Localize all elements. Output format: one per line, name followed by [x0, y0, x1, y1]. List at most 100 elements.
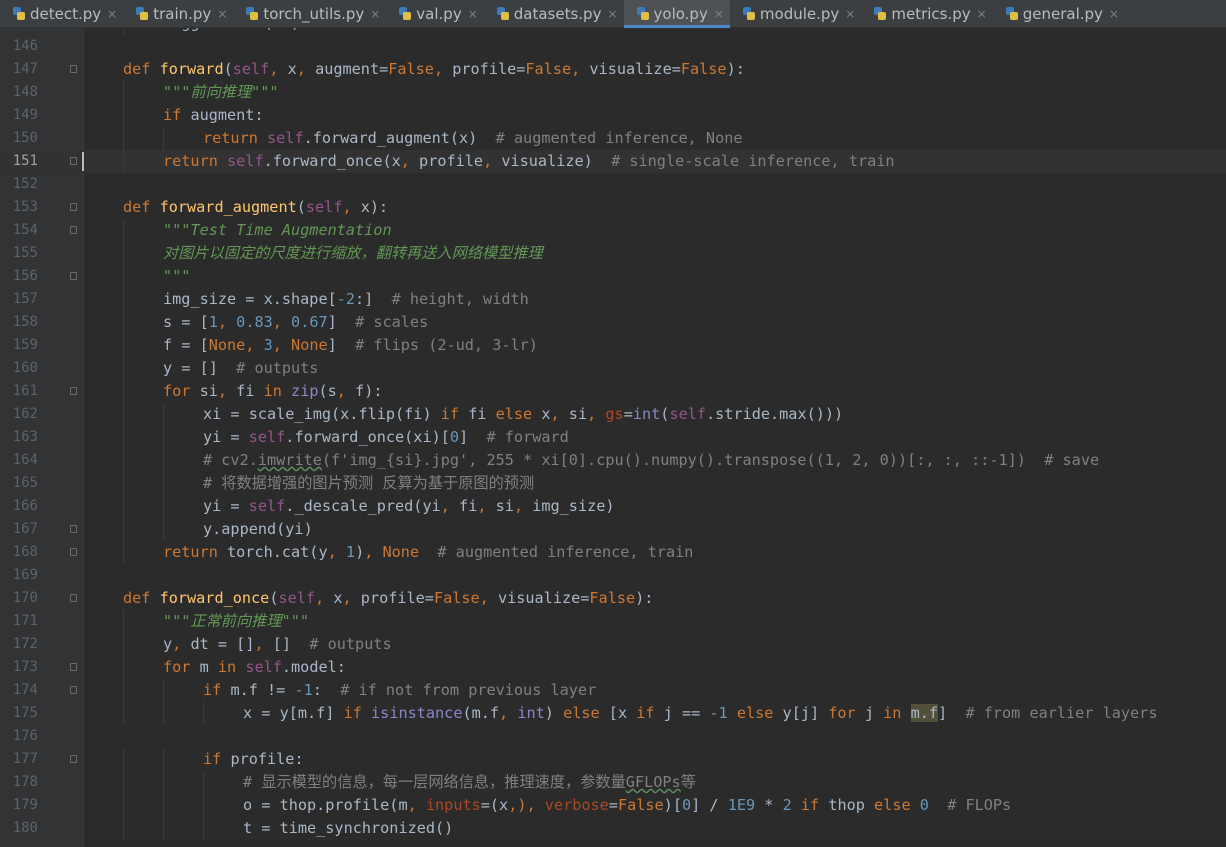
fold-marker-icon[interactable]: [70, 686, 77, 694]
code-text[interactable]: if augment:: [163, 104, 264, 127]
code-line[interactable]: 174 if m.f != -1: # if not from previous …: [0, 679, 1226, 702]
line-number[interactable]: 151: [0, 150, 38, 173]
code-text[interactable]: xi = scale_img(x.flip(fi) if fi else x, …: [203, 403, 843, 426]
code-line[interactable]: 157 img_size = x.shape[-2:] # height, wid…: [0, 288, 1226, 311]
code-line[interactable]: 161 for si, fi in zip(s, f):: [0, 380, 1226, 403]
line-number[interactable]: 160: [0, 357, 38, 380]
code-line[interactable]: 166 yi = self._descale_pred(yi, fi, si, i…: [0, 495, 1226, 518]
code-text[interactable]: if m.f != -1: # if not from previous lay…: [203, 679, 596, 702]
close-icon[interactable]: ×: [1107, 7, 1121, 21]
tab-metrics-py[interactable]: metrics.py ×: [861, 0, 992, 28]
line-number[interactable]: 165: [0, 472, 38, 495]
line-number[interactable]: 177: [0, 748, 38, 771]
code-text[interactable]: return self.forward_augment(x) # augment…: [203, 127, 743, 150]
code-text[interactable]: """正常前向推理""": [163, 610, 309, 633]
code-line[interactable]: 176: [0, 725, 1226, 748]
code-text[interactable]: # cv2.imwrite(f'img_{si}.jpg', 255 * xi[…: [203, 449, 1099, 472]
code-text[interactable]: s = [1, 0.83, 0.67] # scales: [163, 311, 428, 334]
code-line[interactable]: 163 yi = self.forward_once(xi)[0] # forwa…: [0, 426, 1226, 449]
line-number[interactable]: 166: [0, 495, 38, 518]
code-line[interactable]: 155 对图片以固定的尺度进行缩放，翻转再送入网络模型推理: [0, 242, 1226, 265]
fold-marker-icon[interactable]: [70, 663, 77, 671]
line-number[interactable]: 156: [0, 265, 38, 288]
line-number[interactable]: 162: [0, 403, 38, 426]
code-line[interactable]: 145 logger.info(''): [0, 28, 1226, 35]
code-line[interactable]: 153 def forward_augment(self, x):: [0, 196, 1226, 219]
close-icon[interactable]: ×: [843, 7, 857, 21]
code-line[interactable]: 165 # 将数据增强的图片预测 反算为基于原图的预测: [0, 472, 1226, 495]
line-number[interactable]: 169: [0, 564, 38, 587]
tab-detect-py[interactable]: detect.py ×: [0, 0, 123, 28]
line-number[interactable]: 145: [0, 28, 38, 35]
code-line[interactable]: 158 s = [1, 0.83, 0.67] # scales: [0, 311, 1226, 334]
line-number[interactable]: 148: [0, 81, 38, 104]
line-number[interactable]: 150: [0, 127, 38, 150]
code-line[interactable]: 180 t = time_synchronized(): [0, 817, 1226, 840]
line-number[interactable]: 158: [0, 311, 38, 334]
tab-train-py[interactable]: train.py ×: [123, 0, 233, 28]
code-text[interactable]: return torch.cat(y, 1), None # augmented…: [163, 541, 693, 564]
line-number[interactable]: 174: [0, 679, 38, 702]
code-line[interactable]: 168 return torch.cat(y, 1), None # augmen…: [0, 541, 1226, 564]
line-number[interactable]: 155: [0, 242, 38, 265]
line-number[interactable]: 171: [0, 610, 38, 633]
tab-val-py[interactable]: val.py ×: [386, 0, 483, 28]
code-line[interactable]: 151 return self.forward_once(x, profile, …: [0, 150, 1226, 173]
fold-marker-icon[interactable]: [70, 594, 77, 602]
code-text[interactable]: y, dt = [], [] # outputs: [163, 633, 392, 656]
fold-marker-icon[interactable]: [70, 755, 77, 763]
line-number[interactable]: 152: [0, 173, 38, 196]
code-text[interactable]: logger.info(''): [163, 28, 300, 35]
tab-general-py[interactable]: general.py ×: [993, 0, 1125, 28]
close-icon[interactable]: ×: [105, 7, 119, 21]
code-text[interactable]: o = thop.profile(m, inputs=(x,), verbose…: [243, 794, 1011, 817]
code-line[interactable]: 170 def forward_once(self, x, profile=Fal…: [0, 587, 1226, 610]
code-text[interactable]: y.append(yi): [203, 518, 313, 541]
tab-module-py[interactable]: module.py ×: [730, 0, 861, 28]
line-number[interactable]: 161: [0, 380, 38, 403]
code-text[interactable]: if profile:: [203, 748, 304, 771]
code-text[interactable]: def forward(self, x, augment=False, prof…: [123, 58, 745, 81]
code-line[interactable]: 156 """: [0, 265, 1226, 288]
tab-torch_utils-py[interactable]: torch_utils.py ×: [233, 0, 386, 28]
code-text[interactable]: img_size = x.shape[-2:] # height, width: [163, 288, 529, 311]
code-area[interactable]: 145logger.info('')146147def forward(self…: [0, 28, 1226, 840]
line-number[interactable]: 176: [0, 725, 38, 748]
line-number[interactable]: 172: [0, 633, 38, 656]
code-line[interactable]: 173 for m in self.model:: [0, 656, 1226, 679]
fold-marker-icon[interactable]: [70, 157, 77, 165]
fold-marker-icon[interactable]: [70, 272, 77, 280]
code-line[interactable]: 171 """正常前向推理""": [0, 610, 1226, 633]
code-editor[interactable]: 145logger.info('')146147def forward(self…: [0, 28, 1226, 847]
code-line[interactable]: 179 o = thop.profile(m, inputs=(x,), verb…: [0, 794, 1226, 817]
line-number[interactable]: 168: [0, 541, 38, 564]
code-text[interactable]: for m in self.model:: [163, 656, 346, 679]
close-icon[interactable]: ×: [466, 7, 480, 21]
line-number[interactable]: 153: [0, 196, 38, 219]
line-number[interactable]: 173: [0, 656, 38, 679]
code-text[interactable]: # 显示模型的信息，每一层网络信息，推理速度，参数量GFLOPs等: [243, 771, 696, 794]
line-number[interactable]: 180: [0, 817, 38, 840]
fold-marker-icon[interactable]: [70, 387, 77, 395]
code-line[interactable]: 152: [0, 173, 1226, 196]
code-text[interactable]: for si, fi in zip(s, f):: [163, 380, 383, 403]
code-line[interactable]: 172 y, dt = [], [] # outputs: [0, 633, 1226, 656]
code-text[interactable]: f = [None, 3, None] # flips (2-ud, 3-lr): [163, 334, 538, 357]
code-text[interactable]: def forward_once(self, x, profile=False,…: [123, 587, 653, 610]
code-line[interactable]: 154 """Test Time Augmentation: [0, 219, 1226, 242]
code-line[interactable]: 175 x = y[m.f] if isinstance(m.f, int) el…: [0, 702, 1226, 725]
code-line[interactable]: 160 y = [] # outputs: [0, 357, 1226, 380]
code-text[interactable]: yi = self.forward_once(xi)[0] # forward: [203, 426, 569, 449]
line-number[interactable]: 179: [0, 794, 38, 817]
close-icon[interactable]: ×: [712, 7, 726, 21]
fold-marker-icon[interactable]: [70, 548, 77, 556]
code-text[interactable]: yi = self._descale_pred(yi, fi, si, img_…: [203, 495, 615, 518]
line-number[interactable]: 146: [0, 35, 38, 58]
close-icon[interactable]: ×: [215, 7, 229, 21]
code-line[interactable]: 167 y.append(yi): [0, 518, 1226, 541]
fold-marker-icon[interactable]: [70, 525, 77, 533]
code-line[interactable]: 178 # 显示模型的信息，每一层网络信息，推理速度，参数量GFLOPs等: [0, 771, 1226, 794]
line-number[interactable]: 159: [0, 334, 38, 357]
line-number[interactable]: 163: [0, 426, 38, 449]
code-text[interactable]: # 将数据增强的图片预测 反算为基于原图的预测: [203, 472, 534, 495]
